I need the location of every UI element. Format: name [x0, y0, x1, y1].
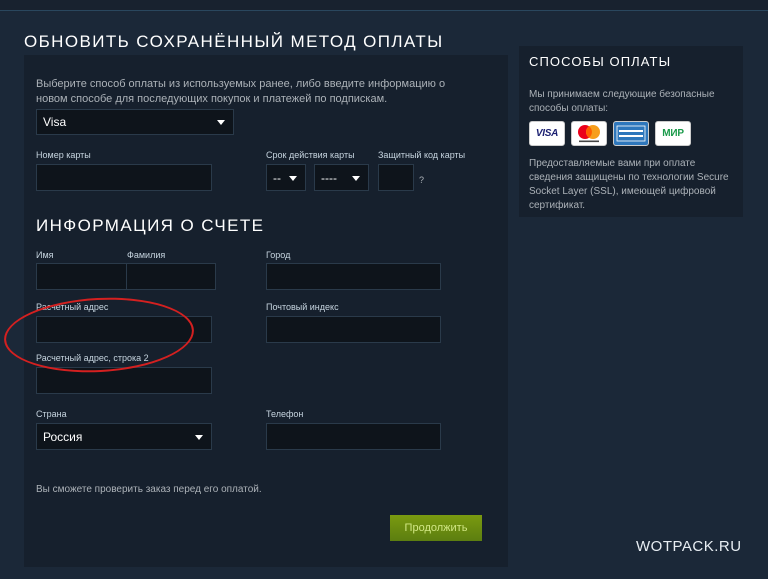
cvv-help-link[interactable]: ? — [419, 175, 424, 185]
chevron-down-icon — [352, 175, 360, 181]
expiry-year-select[interactable]: ---- — [314, 164, 369, 191]
visa-logo-text: VISA — [535, 128, 559, 139]
last-name-input[interactable] — [126, 263, 216, 290]
zip-input[interactable] — [266, 316, 441, 343]
mastercard-icon — [578, 125, 600, 143]
expiry-year-value: ---- — [321, 170, 337, 185]
mir-logo-text: МИР — [662, 128, 684, 139]
watermark: WOTPACK.RU — [636, 538, 742, 555]
continue-button[interactable]: Продолжить — [390, 515, 482, 541]
billing-address2-input[interactable] — [36, 367, 212, 394]
chevron-down-icon — [217, 120, 225, 125]
sidebar-title: СПОСОБЫ ОПЛАТЫ — [529, 54, 672, 69]
expiry-month-value: -- — [273, 170, 281, 185]
review-note: Вы сможете проверить заказ перед его опл… — [36, 484, 262, 495]
payment-method-value: Visa — [43, 115, 67, 129]
mastercard-logo — [571, 121, 607, 146]
expiry-label: Срок действия карты — [266, 150, 355, 160]
payment-method-select[interactable]: Visa — [36, 109, 234, 135]
top-bar — [0, 0, 768, 11]
expiry-month-select[interactable]: -- — [266, 164, 306, 191]
card-number-label: Номер карты — [36, 150, 91, 160]
page-title: ОБНОВИТЬ СОХРАНЁННЫЙ МЕТОД ОПЛАТЫ — [24, 32, 444, 51]
zip-label: Почтовый индекс — [266, 302, 339, 312]
last-name-label: Фамилия — [127, 250, 166, 260]
payment-methods-sidebar: СПОСОБЫ ОПЛАТЫ Мы принимаем следующие бе… — [519, 46, 743, 217]
country-label: Страна — [36, 409, 67, 419]
country-select[interactable]: Россия — [36, 423, 212, 450]
first-name-label: Имя — [36, 250, 54, 260]
visa-logo: VISA — [529, 121, 565, 146]
country-value: Россия — [43, 429, 83, 444]
phone-input[interactable] — [266, 423, 441, 450]
first-name-input[interactable] — [36, 263, 127, 290]
mir-logo: МИР — [655, 121, 691, 146]
chevron-down-icon — [195, 434, 203, 440]
phone-label: Телефон — [266, 409, 304, 419]
amex-icon — [616, 125, 646, 142]
sidebar-ssl-text: Предоставляемые вами при оплате сведения… — [529, 158, 729, 211]
billing-section-title: ИНФОРМАЦИЯ О СЧЕТЕ — [36, 216, 265, 235]
amex-logo — [613, 121, 649, 146]
city-input[interactable] — [266, 263, 441, 290]
cvv-input[interactable] — [378, 164, 414, 191]
card-number-input[interactable] — [36, 164, 212, 191]
cvv-label: Защитный код карты — [378, 150, 466, 160]
payment-description: Выберите способ оплаты из используемых р… — [36, 78, 446, 105]
city-label: Город — [266, 250, 291, 260]
chevron-down-icon — [289, 175, 297, 181]
payment-logos: VISA МИР — [529, 121, 691, 146]
sidebar-accepted-text: Мы принимаем следующие безопасные способ… — [529, 89, 715, 114]
